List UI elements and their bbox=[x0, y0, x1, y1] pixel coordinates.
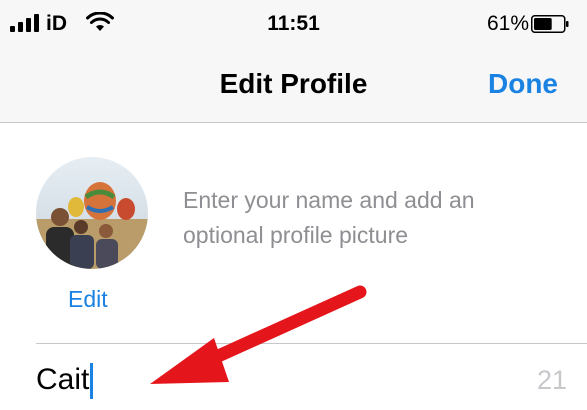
status-bar: iD 11:51 61% bbox=[0, 0, 587, 48]
navigation-bar: Edit Profile Done bbox=[0, 48, 587, 123]
profile-avatar[interactable] bbox=[36, 157, 148, 269]
done-button[interactable]: Done bbox=[488, 68, 558, 100]
profile-hint-text: Enter your name and add an optional prof… bbox=[183, 187, 475, 248]
battery-icon bbox=[531, 15, 569, 33]
text-cursor bbox=[90, 363, 94, 400]
name-input-value: Cait bbox=[36, 363, 90, 396]
name-input[interactable]: Cait bbox=[36, 360, 536, 400]
edit-photo-button[interactable]: Edit bbox=[68, 286, 108, 313]
battery-percentage: 61% bbox=[487, 12, 530, 35]
divider bbox=[36, 343, 587, 344]
character-counter: 21 bbox=[537, 365, 568, 395]
profile-photo-image bbox=[36, 157, 148, 269]
